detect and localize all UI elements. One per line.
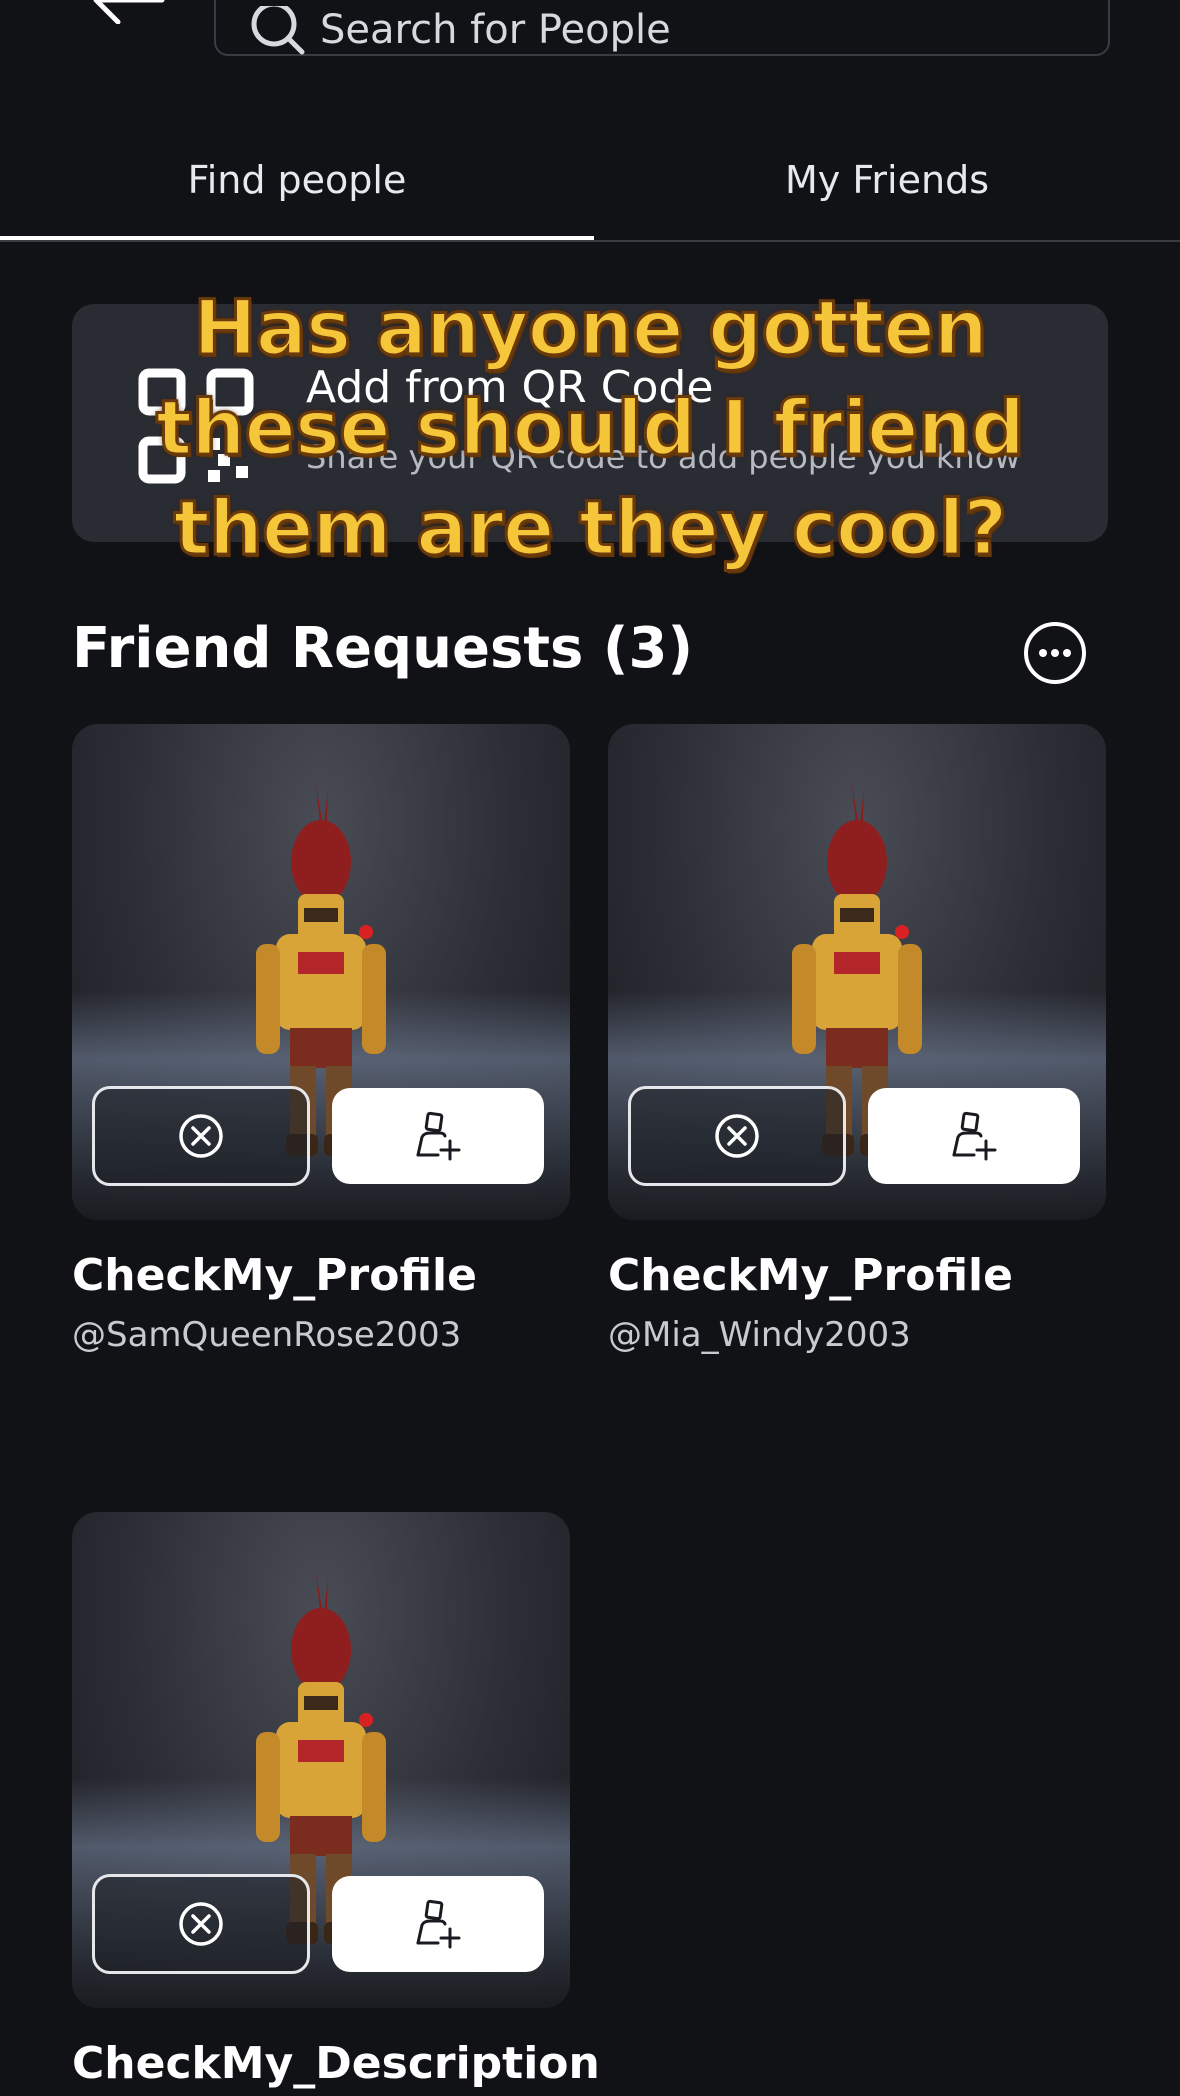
display-name[interactable]: CheckMy_Profile bbox=[608, 1250, 1106, 1301]
tab-find-people[interactable]: Find people bbox=[0, 120, 594, 240]
overlay-caption: Has anyone gotten these should I friend … bbox=[154, 282, 1026, 574]
close-circle-icon bbox=[715, 1114, 759, 1158]
username: @Mia_Windy2003 bbox=[608, 1315, 911, 1355]
arrow-left-icon bbox=[93, 0, 165, 25]
avatar-thumbnail[interactable] bbox=[608, 724, 1106, 1220]
accept-button[interactable] bbox=[332, 1088, 544, 1184]
search-icon bbox=[251, 6, 305, 55]
decline-button[interactable] bbox=[92, 1086, 310, 1186]
close-circle-icon bbox=[179, 1902, 223, 1946]
tab-my-friends[interactable]: My Friends bbox=[594, 120, 1180, 240]
avatar-thumbnail[interactable] bbox=[72, 1512, 570, 2008]
friends-screen: Find people My Friends Add from QR Code … bbox=[0, 0, 1180, 2096]
display-name[interactable]: CheckMy_Profile bbox=[72, 1250, 570, 1301]
tab-label: My Friends bbox=[784, 158, 989, 202]
tab-label: Find people bbox=[187, 158, 407, 202]
accept-button[interactable] bbox=[332, 1876, 544, 1972]
friend-request-card: CheckMy_Description bbox=[72, 1512, 600, 2096]
add-friend-icon bbox=[416, 1899, 461, 1949]
add-friend-icon bbox=[416, 1111, 461, 1161]
close-circle-icon bbox=[179, 1114, 223, 1158]
more-horizontal-icon bbox=[1024, 622, 1086, 684]
more-options-button[interactable] bbox=[1022, 620, 1088, 686]
add-friend-icon bbox=[952, 1111, 997, 1161]
decline-button[interactable] bbox=[628, 1086, 846, 1186]
accept-button[interactable] bbox=[868, 1088, 1080, 1184]
search-input[interactable] bbox=[320, 0, 1020, 60]
search-bar[interactable] bbox=[214, 0, 1110, 60]
tab-bar: Find people My Friends bbox=[0, 120, 1180, 242]
friend-requests-heading: Friend Requests (3) bbox=[72, 616, 694, 681]
display-name[interactable]: CheckMy_Description bbox=[72, 2038, 600, 2089]
avatar-thumbnail[interactable] bbox=[72, 724, 570, 1220]
back-button[interactable] bbox=[88, 0, 168, 25]
decline-button[interactable] bbox=[92, 1874, 310, 1974]
active-tab-indicator bbox=[0, 236, 594, 240]
friend-request-card: CheckMy_Profile @Mia_Windy2003 bbox=[608, 724, 1106, 1355]
username: @SamQueenRose2003 bbox=[72, 1315, 462, 1355]
friend-request-card: CheckMy_Profile @SamQueenRose2003 bbox=[72, 724, 570, 1355]
